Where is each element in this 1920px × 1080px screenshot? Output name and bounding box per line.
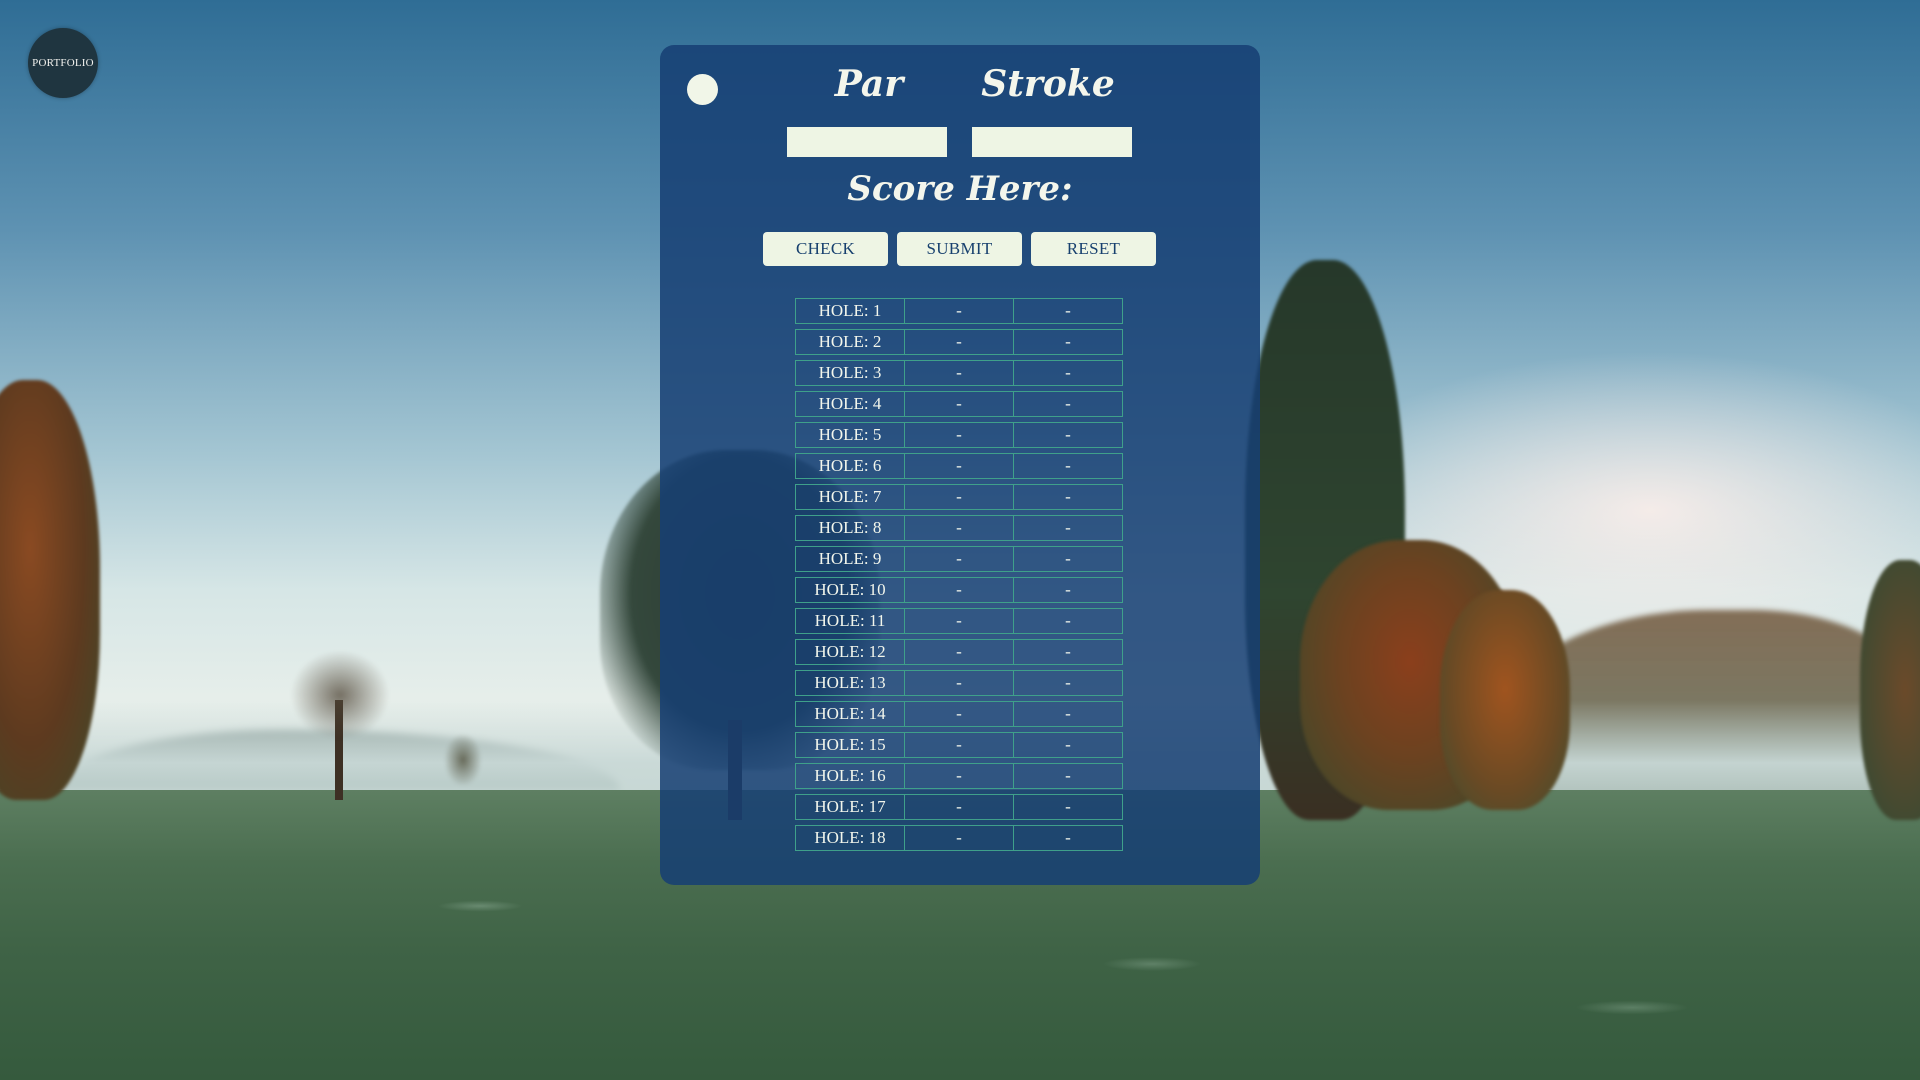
hole-label: HOLE: 15 [795,732,905,758]
hole-label: HOLE: 6 [795,453,905,479]
hole-row: HOLE: 9-- [795,546,1123,572]
hole-par-value: - [905,825,1014,851]
hole-par-value: - [905,298,1014,324]
hole-par-value: - [905,763,1014,789]
hole-label: HOLE: 8 [795,515,905,541]
hole-row: HOLE: 11- - [795,608,1123,634]
hole-par-value: - [905,639,1014,665]
portfolio-label: PORTFOLIO [32,57,94,69]
hole-label: HOLE: 9 [795,546,905,572]
hole-label: HOLE: 3 [795,360,905,386]
hole-label: HOLE: 5 [795,422,905,448]
hole-par-value: - [905,577,1014,603]
hole-stroke-value: - [1014,732,1123,758]
hole-par-value: - [905,794,1014,820]
hole-row: HOLE: 5-- [795,422,1123,448]
hole-row: HOLE: 7-- [795,484,1123,510]
hole-label: HOLE: 11 [795,608,905,634]
hole-row: HOLE: 16- - [795,763,1123,789]
hole-par-value: - [905,453,1014,479]
hole-label: HOLE: 13 [795,670,905,696]
hole-stroke-value: - [1014,546,1123,572]
hole-par-value: - [905,515,1014,541]
hole-stroke-value: - [1014,298,1123,324]
par-heading: Par [834,63,904,105]
submit-button[interactable]: SUBMIT [897,232,1022,266]
hole-par-value: - [905,484,1014,510]
hole-label: HOLE: 7 [795,484,905,510]
hole-stroke-value: - [1014,453,1123,479]
hole-stroke-value: - [1014,329,1123,355]
hole-label: HOLE: 16 [795,763,905,789]
hole-stroke-value: - [1014,422,1123,448]
hole-stroke-value: - [1014,391,1123,417]
hole-label: HOLE: 4 [795,391,905,417]
hole-stroke-value: - [1014,825,1123,851]
hole-par-value: - [905,329,1014,355]
hole-stroke-value: - [1014,360,1123,386]
hole-stroke-value: - [1014,515,1123,541]
hole-row: HOLE: 3-- [795,360,1123,386]
par-input[interactable] [787,127,947,157]
hole-row: HOLE: 14- - [795,701,1123,727]
hole-label: HOLE: 10 [795,577,905,603]
hole-stroke-value: - [1014,701,1123,727]
portfolio-button[interactable]: PORTFOLIO [28,28,98,98]
tree-right-orange [1440,590,1570,810]
score-table: HOLE: 1- - HOLE: 2- - HOLE: 3- - HOLE: 4- - HOLE… [795,293,1123,856]
hole-row: HOLE: 1-- [795,298,1123,324]
hole-par-value: - [905,701,1014,727]
golf-ball-icon[interactable] [687,74,718,105]
check-button[interactable]: CHECK [763,232,888,266]
hole-label: HOLE: 14 [795,701,905,727]
hole-label: HOLE: 1 [795,298,905,324]
hole-par-value: - [905,391,1014,417]
stroke-heading: Stroke [981,63,1115,105]
hole-row: HOLE: 8-- [795,515,1123,541]
hole-label: HOLE: 17 [795,794,905,820]
score-table-body: HOLE: 1- - HOLE: 2- - HOLE: 3- - HOLE: 4- - HOLE… [795,298,1123,851]
hole-stroke-value: - [1014,577,1123,603]
hole-row: HOLE: 2-- [795,329,1123,355]
hole-par-value: - [905,360,1014,386]
hole-label: HOLE: 12 [795,639,905,665]
reset-button[interactable]: RESET [1031,232,1156,266]
hole-stroke-value: - [1014,794,1123,820]
hole-par-value: - [905,732,1014,758]
hole-par-value: - [905,422,1014,448]
hole-row: HOLE: 10- - [795,577,1123,603]
hole-row: HOLE: 12- - [795,639,1123,665]
hole-row: HOLE: 13- - [795,670,1123,696]
hole-par-value: - [905,670,1014,696]
scorecard-panel: Par Stroke Score Here: CHECK SUBMIT RESE… [660,45,1260,885]
stroke-input[interactable] [972,127,1132,157]
score-heading: Score Here: [847,169,1073,209]
hole-row: HOLE: 18- - [795,825,1123,851]
hole-label: HOLE: 18 [795,825,905,851]
hole-stroke-value: - [1014,608,1123,634]
hole-row: HOLE: 15- - [795,732,1123,758]
hole-stroke-value: - [1014,484,1123,510]
hole-stroke-value: - [1014,763,1123,789]
hole-par-value: - [905,608,1014,634]
hole-row: HOLE: 17- - [795,794,1123,820]
hole-row: HOLE: 6-- [795,453,1123,479]
hole-par-value: - [905,546,1014,572]
hole-stroke-value: - [1014,670,1123,696]
tree-left-bare [290,650,390,740]
hole-label: HOLE: 2 [795,329,905,355]
hole-stroke-value: - [1014,639,1123,665]
tree-left-small [445,735,481,785]
hole-row: HOLE: 4-- [795,391,1123,417]
